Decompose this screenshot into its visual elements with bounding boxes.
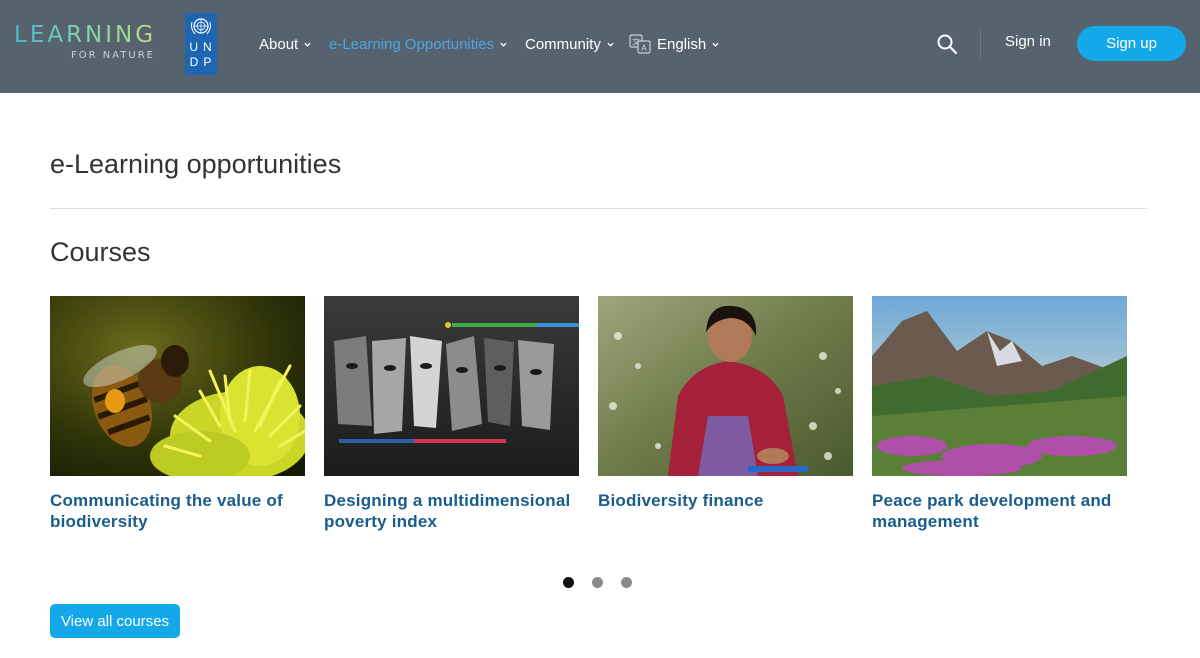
nav-item-label: About (259, 35, 299, 53)
view-all-courses-button[interactable]: View all courses (50, 604, 180, 638)
course-title[interactable]: Designing a multidimensional poverty ind… (324, 490, 579, 532)
language-label: English (657, 35, 707, 53)
undp-letter: U (189, 40, 203, 54)
chevron-down-icon (304, 42, 311, 47)
carousel-pagination (563, 577, 632, 588)
logo-title: LEARNING (14, 22, 157, 48)
carousel-dot-1[interactable] (563, 577, 574, 588)
search-icon[interactable] (936, 33, 958, 55)
undp-letter: P (203, 55, 217, 69)
nav-item-about[interactable]: About (259, 33, 311, 55)
page-title: e-Learning opportunities (50, 149, 342, 179)
course-card[interactable]: Peace park development and management (872, 296, 1127, 532)
translate-icon: 文 A (629, 34, 651, 54)
section-title: Courses (50, 237, 151, 267)
course-card[interactable]: Designing a multidimensional poverty ind… (324, 296, 579, 532)
undp-letters: UN DP (185, 40, 217, 70)
logo-subtitle: FOR NATURE (71, 50, 155, 61)
course-card[interactable]: Communicating the value of biodiversity (50, 296, 305, 532)
un-emblem-icon (190, 18, 212, 35)
course-image-woman[interactable] (598, 296, 853, 476)
sign-in-link[interactable]: Sign in (1005, 33, 1051, 50)
undp-logo[interactable]: UN DP (185, 13, 217, 75)
course-title[interactable]: Biodiversity finance (598, 490, 853, 511)
undp-letter: N (203, 40, 217, 54)
top-navigation-bar: LEARNING FOR NATURE UN DP About e-Learni… (0, 0, 1200, 93)
chevron-down-icon (500, 42, 507, 47)
nav-item-community[interactable]: Community (525, 33, 614, 55)
nav-item-elearning-opportunities[interactable]: e-Learning Opportunities (329, 33, 507, 55)
learning-for-nature-logo[interactable]: LEARNING FOR NATURE (14, 22, 156, 61)
course-card[interactable]: Biodiversity finance (598, 296, 853, 511)
undp-letter: D (189, 55, 204, 69)
svg-text:A: A (641, 44, 647, 53)
chevron-down-icon (607, 42, 614, 47)
course-title[interactable]: Peace park development and management (872, 490, 1127, 532)
chevron-down-icon (712, 42, 719, 47)
carousel-dot-2[interactable] (592, 577, 603, 588)
language-selector[interactable]: 文 A English (629, 33, 719, 55)
sign-up-button[interactable]: Sign up (1077, 26, 1186, 61)
nav-item-label: Community (525, 35, 601, 53)
course-image-bee[interactable] (50, 296, 305, 476)
course-title[interactable]: Communicating the value of biodiversity (50, 490, 305, 532)
nav-item-label: e-Learning Opportunities (329, 35, 495, 53)
carousel-dot-3[interactable] (621, 577, 632, 588)
header-divider (980, 30, 981, 58)
course-image-faces[interactable] (324, 296, 579, 476)
divider (50, 208, 1147, 209)
course-image-mountains[interactable] (872, 296, 1127, 476)
